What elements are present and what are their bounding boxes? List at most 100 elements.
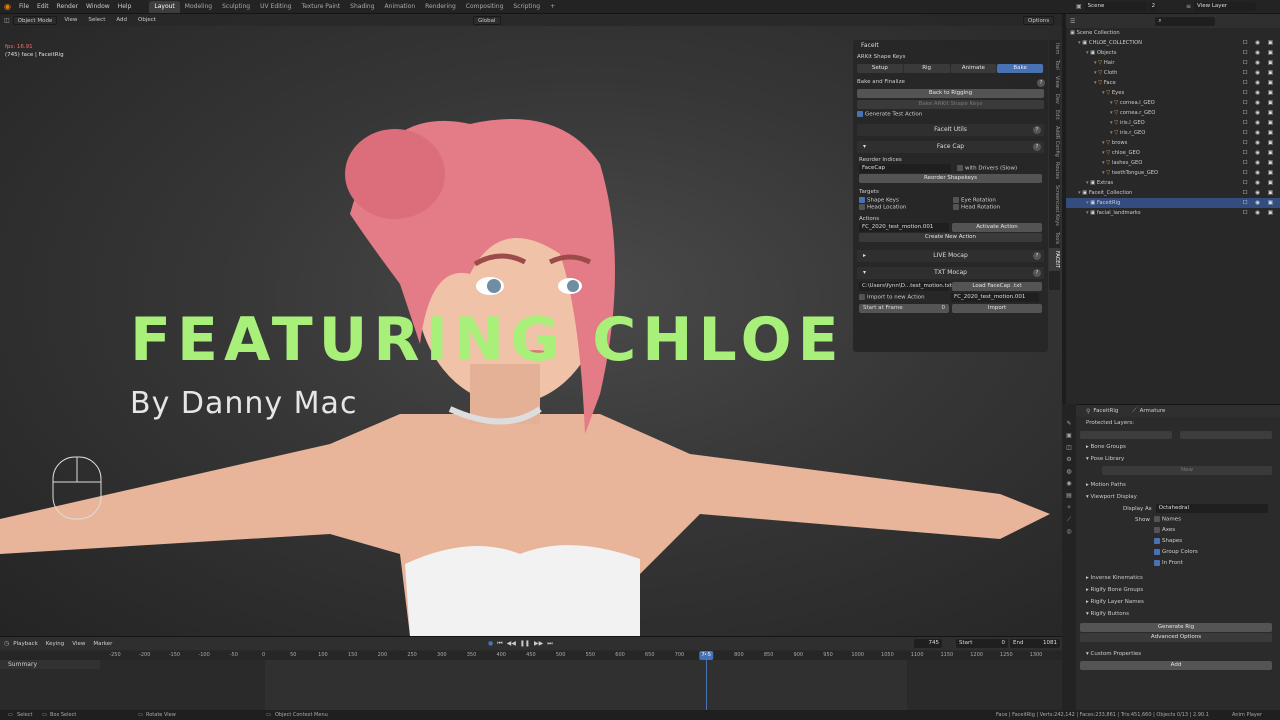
workspace-tab-compositing[interactable]: Compositing (461, 1, 509, 13)
sidebar-tab-screencast-keys[interactable]: Screencast Keys (1049, 182, 1060, 229)
outliner-row[interactable]: ▾ ▽ Eyes ☐ ◉ ▣ (1066, 88, 1280, 98)
rigify-layer-names-section[interactable]: ▸ Rigify Layer Names (1066, 596, 1280, 608)
inverse-kinematics-section[interactable]: ▸ Inverse Kinematics (1066, 572, 1280, 584)
outliner-row[interactable]: ▾ ▣ FaceitRig ☐ ◉ ▣ (1066, 198, 1280, 208)
workspace-tab-modeling[interactable]: Modeling (180, 1, 217, 13)
summary-row[interactable]: Summary (0, 660, 100, 669)
visibility-icons[interactable]: ☐ ◉ ▣ (1243, 88, 1276, 98)
pose-library-section[interactable]: ▾ Pose Library (1066, 453, 1280, 465)
rigify-bone-groups-section[interactable]: ▸ Rigify Bone Groups (1066, 584, 1280, 596)
faceit-utils-section[interactable]: FaceIt Utils? (857, 123, 1044, 136)
faceit-tab-animate[interactable]: Animate (950, 64, 997, 73)
outliner-row[interactable]: ▾ ▽ Face ☐ ◉ ▣ (1066, 78, 1280, 88)
txt-mocap-section[interactable]: ▾ TXT Mocap? (857, 266, 1044, 279)
sidebar-tab-item[interactable]: Item (1049, 40, 1060, 57)
workspace-tab-texture-paint[interactable]: Texture Paint (296, 1, 345, 13)
start-frame-field[interactable]: Start at Frame 0 (859, 303, 949, 313)
outliner-search[interactable]: ⌕ (1155, 16, 1216, 26)
bake-arkit-button[interactable]: Bake ARKit Shape Keys (857, 100, 1044, 109)
start-frame-field[interactable]: Start 0 (956, 639, 1008, 648)
outliner-row[interactable]: ▾ ▣ Faceit_Collection ☐ ◉ ▣ (1066, 188, 1280, 198)
visibility-icons[interactable]: ☐ ◉ ▣ (1243, 68, 1276, 78)
clock-icon[interactable]: ◷ (4, 640, 9, 647)
load-facecap-button[interactable]: Load FaceCap .txt (952, 281, 1042, 291)
options-dropdown[interactable]: Options (1023, 15, 1055, 25)
outliner-row[interactable]: ▾ ▣ CHLOE_COLLECTION ☐ ◉ ▣ (1066, 38, 1280, 48)
visibility-icons[interactable]: ☐ ◉ ▣ (1243, 58, 1276, 68)
visibility-icons[interactable]: ☐ ◉ ▣ (1243, 198, 1276, 208)
import-action-field[interactable]: FC_2020_test_motion.001 (951, 292, 1039, 302)
view-layer-name[interactable]: View Layer (1194, 2, 1257, 11)
scene-collection-row[interactable]: ▣ Scene Collection (1066, 28, 1280, 38)
outliner-row[interactable]: ▾ ▽ lashes_GEO ☐ ◉ ▣ (1066, 158, 1280, 168)
visibility-icons[interactable]: ☐ ◉ ▣ (1243, 148, 1276, 158)
viewport-menu-add[interactable]: Add (112, 16, 131, 25)
sidebar-tab-faceit[interactable]: FACEIT (1049, 247, 1060, 271)
visibility-icons[interactable]: ☐ ◉ ▣ (1243, 98, 1276, 108)
visibility-icons[interactable]: ☐ ◉ ▣ (1243, 188, 1276, 198)
visibility-icons[interactable]: ☐ ◉ ▣ (1243, 158, 1276, 168)
visibility-icons[interactable]: ☐ ◉ ▣ (1243, 168, 1276, 178)
timeline-menu-playback[interactable]: Playback (13, 641, 38, 647)
timeline-menu-marker[interactable]: Marker (93, 641, 112, 647)
faceit-tab-setup[interactable]: Setup (857, 64, 903, 73)
current-frame-field[interactable]: 745 (914, 639, 942, 648)
workspace-tab-shading[interactable]: Shading (345, 1, 379, 13)
editor-type-icon[interactable]: ◫ (4, 17, 10, 24)
reorder-dropdown[interactable]: FaceCap (859, 163, 951, 173)
faceit-header[interactable]: FaceIt (853, 40, 1048, 52)
head-location-checkbox[interactable]: Head Location (859, 204, 953, 211)
transform-orientation[interactable]: Global (473, 15, 501, 25)
menu-item-render[interactable]: Render (53, 0, 82, 14)
display-as-dropdown[interactable]: Octahedral (1155, 504, 1268, 513)
outliner-row[interactable]: ▾ ▽ teethTongue_GEO ☐ ◉ ▣ (1066, 168, 1280, 178)
frame-range-area[interactable] (265, 660, 907, 711)
playhead[interactable] (706, 651, 707, 711)
properties-tab-icons[interactable]: ✎ ▣ ◫ ⚙ ◍ ◉ ▤ ✧ ⟋ ◎ (1062, 404, 1076, 538)
layer-block-left[interactable] (1080, 431, 1172, 439)
menu-item-edit[interactable]: Edit (33, 0, 53, 14)
action-field[interactable]: FC_2020_test_motion.001 (859, 222, 949, 232)
jump-end-icon[interactable]: ⏭ (547, 640, 552, 648)
menu-item-help[interactable]: Help (114, 0, 136, 14)
add-property-button[interactable]: Add (1080, 661, 1272, 670)
new-pose-button[interactable]: New (1102, 466, 1272, 475)
visibility-icons[interactable]: ☐ ◉ ▣ (1243, 208, 1276, 218)
generate-rig-button[interactable]: Generate Rig (1080, 623, 1272, 632)
advanced-options-button[interactable]: Advanced Options (1080, 633, 1272, 642)
file-path-field[interactable]: C:\Users\fynn\D...test_motion.txt (859, 281, 952, 291)
help-icon[interactable]: ? (1033, 268, 1041, 277)
status-anim-player[interactable]: Anim Player (1232, 710, 1262, 720)
activate-action-button[interactable]: Activate Action (952, 222, 1042, 232)
sidebar-tab-tools[interactable]: Tools (1049, 229, 1060, 247)
outliner-row[interactable]: ▾ ▣ Extras ☐ ◉ ▣ (1066, 178, 1280, 188)
outliner-row[interactable]: ▾ ▽ Cloth ☐ ◉ ▣ (1066, 68, 1280, 78)
outliner-row[interactable]: ▾ ▽ Hair ☐ ◉ ▣ (1066, 58, 1280, 68)
viewport-menu-view[interactable]: View (60, 16, 81, 25)
visibility-icons[interactable]: ☐ ◉ ▣ (1243, 128, 1276, 138)
outliner-row[interactable]: ▾ ▽ iris.r_GEO ☐ ◉ ▣ (1066, 128, 1280, 138)
prev-key-icon[interactable]: ◀◀ (507, 640, 516, 647)
view-layer-selector[interactable]: ≡ View Layer (1186, 2, 1257, 11)
sidebar-tab-view[interactable]: View (1049, 73, 1060, 91)
viewport-menu-object[interactable]: Object (134, 16, 160, 25)
workspace-tab-scripting[interactable]: Scripting (508, 1, 545, 13)
timeline-menu-keying[interactable]: Keying (46, 641, 64, 647)
visibility-icons[interactable]: ☐ ◉ ▣ (1243, 138, 1276, 148)
sidebar-tab-addr-config[interactable]: AddR Config (1049, 123, 1060, 160)
jump-start-icon[interactable]: ⏮ (497, 640, 502, 648)
workspace-tab-layout[interactable]: Layout (149, 1, 180, 13)
bone-groups-section[interactable]: ▸ Bone Groups (1066, 441, 1280, 453)
outliner-row[interactable]: ▾ ▽ cornea.r_GEO ☐ ◉ ▣ (1066, 108, 1280, 118)
menu-item-file[interactable]: File (15, 0, 33, 14)
next-key-icon[interactable]: ▶▶ (534, 640, 543, 647)
outliner-row[interactable]: ▾ ▽ chloe_GEO ☐ ◉ ▣ (1066, 148, 1280, 158)
visibility-icons[interactable]: ☐ ◉ ▣ (1243, 118, 1276, 128)
head-rotation-checkbox[interactable]: Head Rotation (953, 204, 1000, 211)
group-colors-checkbox[interactable]: Group Colors (1066, 547, 1280, 558)
mode-dropdown[interactable]: Object Mode (12, 15, 58, 25)
visibility-icons[interactable]: ☐ ◉ ▣ (1243, 38, 1276, 48)
custom-properties-section[interactable]: ▾ Custom Properties (1066, 648, 1280, 660)
viewport-menu-select[interactable]: Select (84, 16, 109, 25)
workspace-tab-sculpting[interactable]: Sculpting (217, 1, 255, 13)
